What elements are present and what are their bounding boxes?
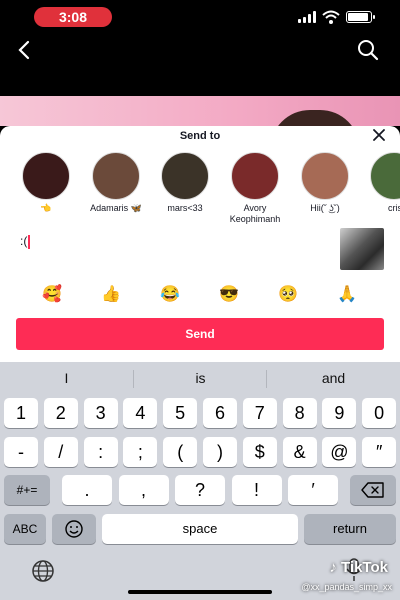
- symbols-toggle-key[interactable]: #+=: [4, 475, 50, 505]
- keyboard-key[interactable]: !: [231, 475, 282, 505]
- emoji-button[interactable]: 😎: [215, 284, 243, 304]
- search-icon[interactable]: [356, 38, 380, 62]
- keyboard-key[interactable]: $: [242, 437, 277, 467]
- avatar: [370, 152, 400, 200]
- abc-key[interactable]: ABC: [4, 514, 46, 544]
- contact-item[interactable]: cris: [360, 152, 400, 214]
- contact-item[interactable]: mars<33: [151, 152, 219, 214]
- avatar: [301, 152, 349, 200]
- emoji-face-icon: [65, 520, 83, 538]
- keyboard-key[interactable]: @: [322, 437, 357, 467]
- keyboard-key[interactable]: (: [163, 437, 198, 467]
- keyboard-key[interactable]: :: [83, 437, 118, 467]
- contact-name: Avory Keophimanh: [229, 203, 281, 224]
- wifi-icon: [322, 10, 340, 24]
- contact-name: cris: [388, 203, 400, 213]
- quick-emoji-row: 🥰 👍 😂 😎 🥺 🙏: [0, 284, 400, 308]
- keyboard-key[interactable]: ′: [288, 475, 338, 505]
- message-row: :(: [0, 228, 400, 274]
- contact-item[interactable]: Adamaris 🦋: [82, 152, 150, 214]
- keyboard-key[interactable]: 7: [242, 398, 277, 428]
- keyboard-key[interactable]: ): [203, 437, 237, 467]
- video-background: [0, 96, 400, 150]
- keyboard-key[interactable]: 5: [163, 398, 198, 428]
- keyboard-key[interactable]: ;: [123, 437, 158, 467]
- keyboard-key[interactable]: .: [62, 475, 112, 505]
- send-button[interactable]: Send: [16, 318, 384, 350]
- emoji-button[interactable]: 🥰: [38, 284, 66, 304]
- emoji-key[interactable]: [52, 514, 96, 544]
- home-indicator: [128, 590, 272, 594]
- contact-name: Adamaris 🦋: [90, 203, 142, 213]
- avatar: [92, 152, 140, 200]
- battery-icon: [346, 11, 375, 23]
- close-icon[interactable]: [372, 128, 386, 142]
- avatar: [231, 152, 279, 200]
- keyboard-key[interactable]: 2: [43, 398, 78, 428]
- send-to-sheet: Send to 👈 Adamaris 🦋 mars<33 Avory Keoph…: [0, 126, 400, 364]
- message-text: :(: [20, 234, 28, 248]
- suggestion-item[interactable]: I: [0, 370, 133, 386]
- contact-name: Hii(˘ ͜ʖ˘): [310, 203, 340, 213]
- contact-item[interactable]: 👈: [12, 152, 80, 214]
- status-time: 3:08: [34, 7, 112, 27]
- top-nav: [0, 34, 400, 96]
- suggestion-item[interactable]: is: [134, 370, 267, 386]
- signal-icon: [298, 11, 316, 23]
- return-key[interactable]: return: [304, 514, 396, 544]
- contact-name: 👈: [40, 203, 52, 213]
- keyboard-key[interactable]: 4: [123, 398, 158, 428]
- keyboard-key[interactable]: 6: [203, 398, 237, 428]
- keyboard-key[interactable]: ″: [362, 437, 397, 467]
- watermark-brand: TikTok: [341, 559, 388, 576]
- keyboard-key[interactable]: &: [282, 437, 317, 467]
- emoji-button[interactable]: 😂: [156, 284, 184, 304]
- suggestion-item[interactable]: and: [267, 370, 400, 386]
- status-bar: 3:08: [0, 0, 400, 34]
- delete-key[interactable]: [350, 475, 396, 505]
- back-chevron-icon[interactable]: [14, 38, 34, 62]
- emoji-button[interactable]: 👍: [97, 284, 125, 304]
- message-input[interactable]: :(: [20, 234, 30, 249]
- contacts-row: 👈 Adamaris 🦋 mars<33 Avory Keophimanh Hi…: [0, 152, 400, 225]
- space-key[interactable]: space: [102, 514, 298, 544]
- emoji-button[interactable]: 🙏: [333, 284, 361, 304]
- backspace-icon: [361, 482, 384, 498]
- text-caret: [28, 234, 30, 249]
- keyboard-key[interactable]: -: [4, 437, 38, 467]
- contact-item[interactable]: Hii(˘ ͜ʖ˘): [291, 152, 359, 214]
- sheet-title: Send to: [179, 130, 221, 142]
- keyboard-key[interactable]: 0: [362, 398, 397, 428]
- keyboard-key[interactable]: ,: [118, 475, 169, 505]
- watermark-handle: @xx_pandas_simp_xx: [301, 582, 392, 592]
- keyboard-key[interactable]: 3: [83, 398, 118, 428]
- keyboard: I is and 1234567890 - /:;() $ & @ ″ .,?! ′ #+=…: [0, 362, 400, 600]
- tiktok-watermark: ♪ TikTok: [329, 559, 388, 576]
- video-thumbnail: [340, 228, 384, 270]
- keyboard-key[interactable]: 9: [322, 398, 357, 428]
- suggestion-bar: I is and: [0, 362, 400, 396]
- keyboard-key[interactable]: 1: [4, 398, 38, 428]
- contact-item[interactable]: Avory Keophimanh: [221, 152, 289, 225]
- keyboard-key[interactable]: 8: [282, 398, 317, 428]
- contact-name: mars<33: [167, 203, 203, 213]
- keyboard-key[interactable]: /: [43, 437, 78, 467]
- globe-icon[interactable]: [30, 558, 56, 584]
- keyboard-key[interactable]: ?: [175, 475, 225, 505]
- emoji-button[interactable]: 🥺: [274, 284, 302, 304]
- avatar: [161, 152, 209, 200]
- avatar: [22, 152, 70, 200]
